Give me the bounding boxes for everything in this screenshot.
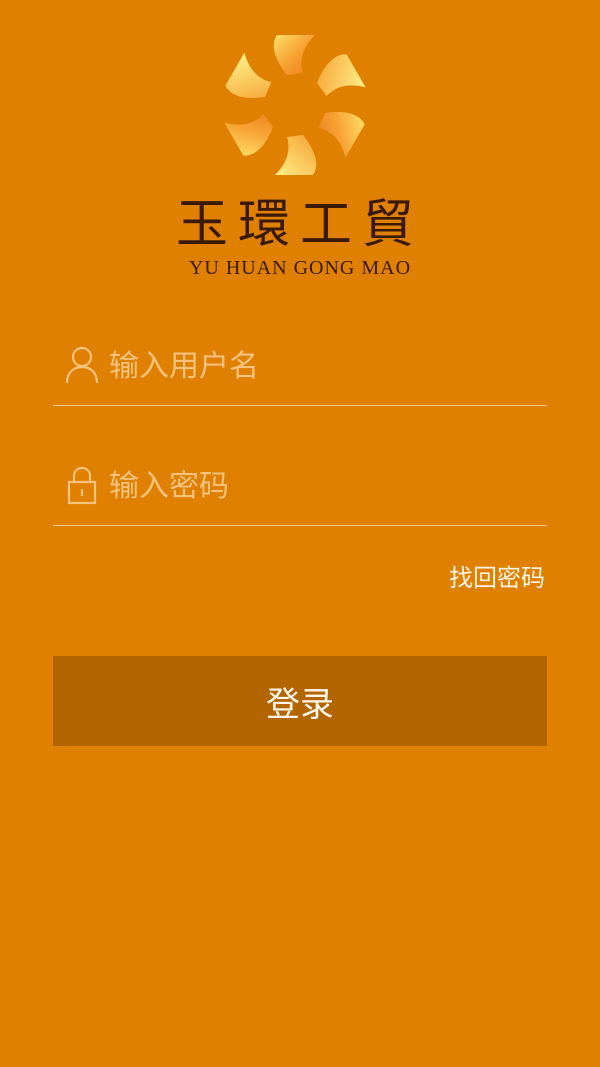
brand-name-chinese: 玉環工貿: [175, 195, 424, 255]
brand-logo-mark-icon: [224, 35, 366, 175]
user-icon: [65, 346, 99, 384]
forgot-password-link[interactable]: 找回密码: [449, 560, 545, 596]
username-field[interactable]: [53, 335, 547, 406]
password-field[interactable]: [53, 455, 547, 526]
lock-icon: [67, 466, 97, 505]
password-input[interactable]: [109, 459, 529, 513]
login-button[interactable]: 登录: [53, 656, 547, 746]
username-input[interactable]: [109, 339, 529, 393]
brand-name-english: YU HUAN GONG MAO: [188, 257, 412, 279]
logo-petal: [273, 35, 315, 75]
